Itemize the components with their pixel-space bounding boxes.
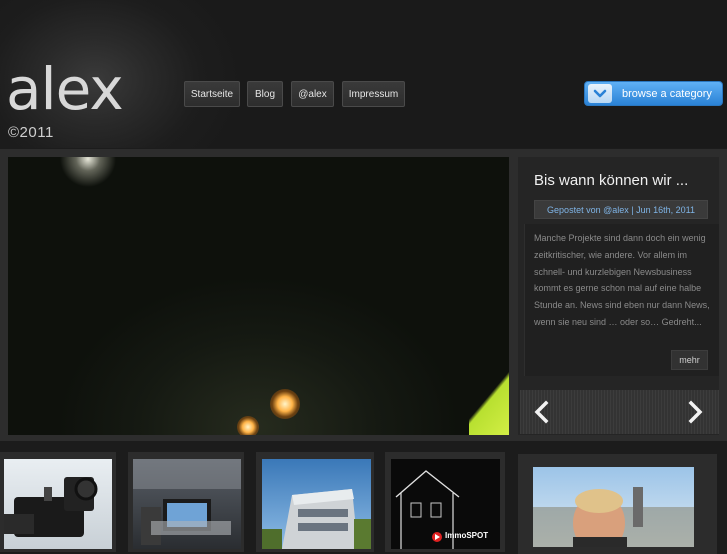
copyright-year: ©2011 xyxy=(8,124,54,141)
slider-next-button[interactable] xyxy=(619,390,719,434)
thumbnail-laptop[interactable] xyxy=(133,459,241,549)
featured-image[interactable] xyxy=(8,157,509,435)
more-button[interactable]: mehr xyxy=(671,350,708,370)
thumbnail-portrait[interactable] xyxy=(533,467,694,547)
nav-startseite[interactable]: Startseite xyxy=(184,81,240,107)
post-excerpt: Manche Projekte sind dann doch ein wenig… xyxy=(534,233,710,327)
nav-alex[interactable]: @alex xyxy=(291,81,334,107)
green-object xyxy=(469,372,509,435)
arrow-right-icon xyxy=(688,400,703,424)
site-header: alex ©2011 Startseite Blog @alex Impress… xyxy=(0,0,727,148)
light-glow xyxy=(270,389,300,419)
nav-blog[interactable]: Blog xyxy=(247,81,283,107)
browse-category-label: browse a category xyxy=(622,87,712,100)
light-glow xyxy=(237,416,259,435)
post-title[interactable]: Bis wann können wir ... xyxy=(534,172,714,189)
site-logo[interactable]: alex xyxy=(6,60,124,118)
browse-category-button[interactable]: browse a category xyxy=(584,81,723,106)
post-meta[interactable]: Gepostet von @alex | Jun 16th, 2011 xyxy=(534,200,708,219)
thumbnail-camera[interactable] xyxy=(4,459,112,549)
immospot-logo: ImmoSPOT xyxy=(445,531,489,540)
slider-prev-button[interactable] xyxy=(520,390,619,434)
thumbnail-building[interactable] xyxy=(262,459,371,549)
arrow-left-icon xyxy=(534,400,549,424)
chevron-down-icon xyxy=(588,84,612,103)
nav-impressum[interactable]: Impressum xyxy=(342,81,405,107)
thumbnail-immospot[interactable]: ImmoSPOT xyxy=(391,459,500,549)
